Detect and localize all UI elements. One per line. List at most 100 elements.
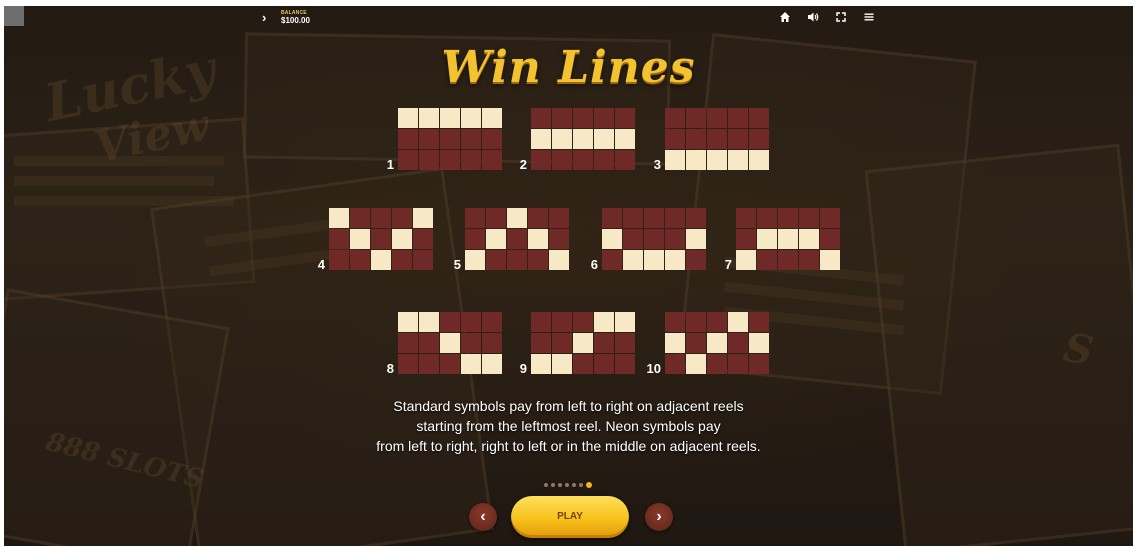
- payline-cell-active: [419, 108, 439, 128]
- payline-cell-active: [465, 250, 485, 270]
- rules-line-3: from left to right, right to left or in …: [376, 438, 761, 454]
- page-dot-active[interactable]: [586, 482, 592, 488]
- payline-cell: [728, 333, 748, 353]
- payline-1: 1: [372, 108, 502, 172]
- payline-cell-active: [749, 150, 769, 170]
- payline-cell-active: [419, 312, 439, 332]
- payline-cell: [665, 312, 685, 332]
- payline-cell-active: [482, 354, 502, 374]
- payline-grid: [665, 108, 769, 170]
- fullscreen-icon[interactable]: [835, 11, 847, 23]
- payline-cell: [749, 312, 769, 332]
- payline-cell-active: [820, 250, 840, 270]
- payline-cell: [440, 129, 460, 149]
- payline-cell-active: [623, 250, 643, 270]
- page-dot[interactable]: [544, 483, 548, 487]
- payline-cell: [594, 354, 614, 374]
- rules-description: Standard symbols pay from left to right …: [4, 396, 1133, 456]
- payline-cell-active: [549, 250, 569, 270]
- payline-cell: [573, 354, 593, 374]
- payline-cell: [573, 312, 593, 332]
- payline-cell-active: [392, 229, 412, 249]
- payline-cell: [707, 312, 727, 332]
- payline-cell-active: [778, 229, 798, 249]
- payline-cell: [686, 108, 706, 128]
- payline-cell-active: [350, 229, 370, 249]
- payline-cell: [602, 208, 622, 228]
- payline-cell: [440, 150, 460, 170]
- payline-cell: [440, 312, 460, 332]
- payline-cell-active: [461, 108, 481, 128]
- payline-number: 8: [386, 361, 394, 376]
- payline-number: 10: [646, 361, 661, 376]
- payline-cell: [615, 333, 635, 353]
- payline-number: 3: [653, 157, 661, 172]
- payline-grid: [329, 208, 433, 270]
- payline-cell: [482, 333, 502, 353]
- payline-cell: [419, 129, 439, 149]
- payline-cell-active: [615, 129, 635, 149]
- payline-cell: [482, 150, 502, 170]
- payline-cell: [531, 312, 551, 332]
- page-dot[interactable]: [579, 483, 583, 487]
- payline-3: 3: [639, 108, 769, 172]
- payline-cell: [799, 250, 819, 270]
- home-icon[interactable]: [779, 11, 791, 23]
- payline-cell: [757, 208, 777, 228]
- payline-cell: [419, 354, 439, 374]
- payline-cell: [686, 312, 706, 332]
- payline-cell: [728, 129, 748, 149]
- payline-cell: [461, 129, 481, 149]
- payline-grid: [665, 312, 769, 374]
- payline-cell: [531, 108, 551, 128]
- payline-cell-active: [531, 129, 551, 149]
- payline-cell: [707, 108, 727, 128]
- page-dot[interactable]: [551, 483, 555, 487]
- payline-cell: [594, 150, 614, 170]
- payline-cell: [465, 229, 485, 249]
- payline-7: 7: [710, 208, 840, 272]
- page-dot[interactable]: [572, 483, 576, 487]
- payline-cell: [329, 250, 349, 270]
- payline-cell: [736, 229, 756, 249]
- payline-number: 2: [519, 157, 527, 172]
- payline-cell-active: [665, 250, 685, 270]
- payline-cell: [329, 229, 349, 249]
- payline-cell: [552, 150, 572, 170]
- payline-cell: [778, 208, 798, 228]
- payline-number: 9: [519, 361, 527, 376]
- payline-cell: [413, 250, 433, 270]
- payline-cell: [644, 229, 664, 249]
- hamburger-menu-icon[interactable]: [863, 11, 875, 23]
- payline-cell: [820, 208, 840, 228]
- payline-cell: [531, 333, 551, 353]
- payline-cell: [440, 354, 460, 374]
- payline-cell-active: [594, 312, 614, 332]
- payline-5: 5: [439, 208, 569, 272]
- payline-cell: [371, 208, 391, 228]
- payline-number: 6: [590, 257, 598, 272]
- payline-cell-active: [686, 150, 706, 170]
- payline-grid: [398, 312, 502, 374]
- corner-box: [4, 6, 24, 26]
- payline-cell: [615, 150, 635, 170]
- payline-cell-active: [552, 354, 572, 374]
- page-dot[interactable]: [565, 483, 569, 487]
- payline-cell: [549, 229, 569, 249]
- previous-page-button[interactable]: ‹: [469, 503, 497, 531]
- play-button[interactable]: PLAY: [511, 496, 629, 538]
- menu-chevron-icon[interactable]: ›: [262, 10, 266, 25]
- page-dot[interactable]: [558, 483, 562, 487]
- payline-cell: [552, 312, 572, 332]
- next-page-button[interactable]: ›: [645, 503, 673, 531]
- payline-cell-active: [573, 333, 593, 353]
- sound-icon[interactable]: [807, 11, 819, 23]
- page-title: Win Lines: [441, 42, 696, 93]
- payline-cell: [461, 333, 481, 353]
- payline-number: 5: [453, 257, 461, 272]
- payline-cell: [419, 333, 439, 353]
- balance-value: $100.00: [281, 16, 310, 25]
- payline-cell: [749, 129, 769, 149]
- payline-cell: [594, 333, 614, 353]
- payline-2: 2: [505, 108, 635, 172]
